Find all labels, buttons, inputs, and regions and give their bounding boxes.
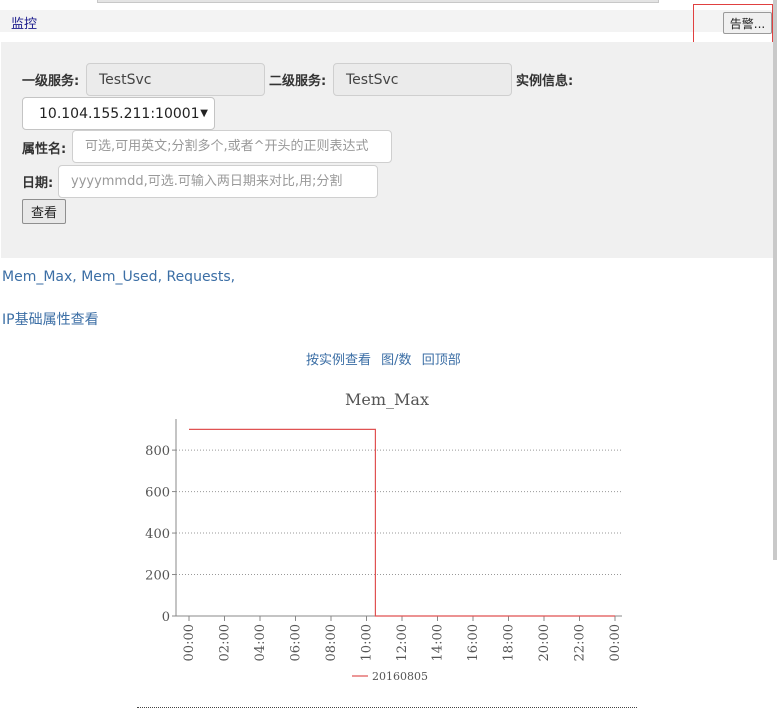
ip-attributes-link[interactable]: IP基础属性查看 bbox=[2, 309, 99, 329]
alarm-button[interactable]: 告警... bbox=[723, 12, 772, 34]
chart-nav: 按实例查看 图/数 回顶部 bbox=[306, 349, 467, 368]
date-input[interactable] bbox=[58, 165, 378, 198]
view-button[interactable]: 查看 bbox=[22, 199, 66, 224]
scrollbar[interactable] bbox=[773, 0, 777, 560]
x-tick-label: 10:00 bbox=[360, 624, 375, 661]
attr-trailing-comma: , bbox=[230, 269, 236, 285]
attr-link-mem-max[interactable]: Mem_Max bbox=[2, 269, 72, 285]
service2-field: TestSvc bbox=[333, 63, 512, 96]
x-tick-label: 08:00 bbox=[324, 624, 339, 661]
x-tick-label: 06:00 bbox=[289, 624, 304, 661]
bottom-divider bbox=[137, 707, 637, 708]
instance-label: 实例信息: bbox=[516, 74, 574, 89]
service2-label: 二级服务: bbox=[269, 74, 327, 89]
top-scroll-stub bbox=[97, 0, 659, 3]
date-label: 日期: bbox=[22, 176, 54, 191]
monitor-link[interactable]: 监控 bbox=[11, 13, 37, 32]
service1-field: TestSvc bbox=[86, 63, 265, 96]
chart-x-ticks: 00:00 02:00 04:00 06:00 08:00 10:00 12:00 14:00… bbox=[182, 616, 623, 661]
attr-separator: , bbox=[72, 269, 82, 285]
y-tick-label: 0 bbox=[162, 610, 170, 625]
x-tick-label: 12:00 bbox=[395, 624, 410, 661]
instance-select[interactable]: 10.104.155.211:10001 ▼ bbox=[22, 97, 215, 130]
attr-label: 属性名: bbox=[22, 142, 67, 157]
attribute-links: Mem_Max, Mem_Used, Requests, bbox=[2, 269, 235, 285]
x-tick-label: 16:00 bbox=[466, 624, 481, 661]
x-tick-label: 02:00 bbox=[218, 624, 233, 661]
service1-value: TestSvc bbox=[99, 71, 152, 88]
y-tick-label: 800 bbox=[145, 444, 170, 459]
chart-number-toggle-link[interactable]: 图/数 bbox=[381, 353, 411, 368]
chart-grid bbox=[176, 449, 622, 576]
header-bar bbox=[0, 10, 777, 32]
chart-y-ticks: 0 200 400 600 800 bbox=[145, 444, 176, 625]
y-tick-label: 600 bbox=[145, 486, 170, 501]
x-tick-label: 00:00 bbox=[182, 624, 197, 661]
x-tick-label: 14:00 bbox=[431, 624, 446, 661]
instance-value: 10.104.155.211:10001 bbox=[39, 105, 200, 122]
x-tick-label: 00:00 bbox=[608, 624, 623, 661]
attr-link-mem-used[interactable]: Mem_Used bbox=[81, 269, 157, 285]
chart-title: Mem_Max bbox=[345, 390, 429, 409]
x-tick-label: 22:00 bbox=[573, 624, 588, 661]
series-line bbox=[189, 428, 615, 617]
x-tick-label: 20:00 bbox=[537, 624, 552, 661]
caret-down-icon: ▼ bbox=[200, 108, 208, 119]
chart-axes bbox=[175, 419, 622, 617]
attr-link-requests[interactable]: Requests bbox=[166, 269, 230, 285]
service1-label: 一级服务: bbox=[22, 74, 80, 89]
mem-max-chart: Mem_Max 0 200 400 600 800 00:00 02:00 04:00 06:… bbox=[145, 390, 623, 683]
y-tick-label: 200 bbox=[145, 569, 170, 584]
back-to-top-link[interactable]: 回顶部 bbox=[422, 353, 461, 368]
by-instance-link[interactable]: 按实例查看 bbox=[306, 353, 371, 368]
x-tick-label: 18:00 bbox=[502, 624, 517, 661]
y-tick-label: 400 bbox=[145, 527, 170, 542]
legend-label: 20160805 bbox=[372, 670, 428, 683]
attr-input[interactable] bbox=[72, 130, 392, 163]
chart-legend: 20160805 bbox=[352, 670, 428, 683]
service2-value: TestSvc bbox=[346, 71, 399, 88]
x-tick-label: 04:00 bbox=[253, 624, 268, 661]
chart-series bbox=[189, 428, 615, 617]
